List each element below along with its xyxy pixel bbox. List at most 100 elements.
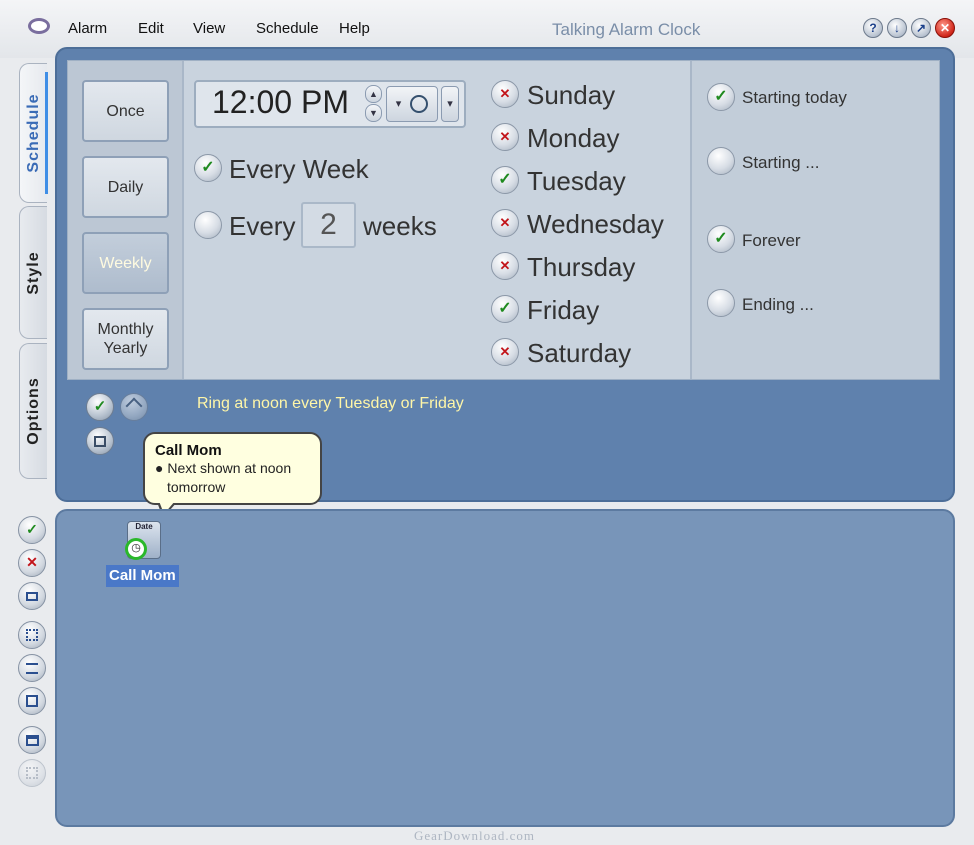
menu-view[interactable]: View (193, 20, 225, 37)
weeks-count-input[interactable]: 2 (301, 202, 356, 248)
view-large-icons-button[interactable] (18, 621, 46, 649)
divider (690, 61, 692, 379)
check-icon: ✓ (714, 230, 728, 247)
pick-icon (125, 397, 143, 415)
monitor-button[interactable] (18, 582, 46, 610)
tab-schedule[interactable]: Schedule (19, 63, 48, 203)
thursday-checkbox[interactable]: ✕ (491, 252, 519, 280)
time-value[interactable]: 12:00 PM (212, 84, 349, 121)
clock-badge-icon: ◷ (125, 538, 147, 560)
weeks-suffix-label: weeks (363, 211, 437, 241)
chevron-down-icon: ▾ (447, 98, 453, 110)
alarm-list-panel (55, 509, 955, 827)
minimize-button[interactable]: ↓ (887, 18, 907, 38)
check-icon: ✓ (26, 521, 38, 537)
every-n-weeks-radio[interactable] (194, 211, 222, 239)
friday-checkbox[interactable]: ✓ (491, 295, 519, 323)
window-title: Talking Alarm Clock (552, 20, 701, 39)
daily-label: Daily (107, 178, 144, 196)
every-prefix-label: Every (229, 211, 296, 241)
menu-edit[interactable]: Edit (138, 20, 164, 37)
alarm-item-label[interactable]: Call Mom (106, 565, 179, 587)
every-week-radio[interactable]: ✓ (194, 154, 222, 182)
chevron-down-icon: ▾ (395, 98, 402, 110)
chevron-down-icon: ▼ (369, 108, 378, 118)
divider (182, 61, 184, 379)
wednesday-checkbox[interactable]: ✕ (491, 209, 519, 237)
time-dropdown-button[interactable]: ▾ (441, 86, 459, 122)
view-month-button[interactable] (18, 726, 46, 754)
day-label: Tuesday (527, 166, 626, 196)
day-label: Wednesday (527, 209, 664, 239)
grid-icon (26, 767, 38, 780)
view-grid-button[interactable] (18, 759, 46, 787)
saturday-checkbox[interactable]: ✕ (491, 338, 519, 366)
check-icon: ✓ (498, 300, 512, 317)
monthly-label: Monthly (97, 321, 154, 338)
forever-radio[interactable]: ✓ (707, 225, 735, 253)
disable-alarm-button[interactable]: ✕ (18, 549, 46, 577)
confirm-button[interactable]: ✓ (86, 393, 114, 421)
daily-button[interactable]: Daily (82, 156, 169, 218)
time-preset-button[interactable]: ▾ (386, 86, 438, 122)
alarm-tooltip: Call Mom ● Next shown at noon tomorrow (143, 432, 322, 505)
starting-label: Starting ... (742, 153, 820, 172)
time-down-button[interactable]: ▼ (365, 104, 382, 122)
pick-button[interactable] (120, 393, 148, 421)
tooltip-title: Call Mom (155, 442, 222, 459)
tab-style[interactable]: Style (19, 206, 47, 339)
weekly-button[interactable]: Weekly (82, 232, 169, 294)
view-list-button[interactable] (18, 654, 46, 682)
starting-today-radio[interactable]: ✓ (707, 83, 735, 111)
day-label: Thursday (527, 252, 636, 282)
menu-help[interactable]: Help (339, 20, 370, 37)
chevron-up-icon: ▲ (369, 89, 378, 99)
calendar-button[interactable] (86, 427, 114, 455)
cross-icon: ✕ (499, 129, 511, 144)
view-calendar-button[interactable] (18, 687, 46, 715)
close-button[interactable]: ✕ (935, 18, 955, 38)
grid-icon (26, 629, 38, 642)
cross-icon: ✕ (499, 344, 511, 359)
time-up-button[interactable]: ▲ (365, 85, 382, 103)
check-icon: ✓ (714, 88, 728, 105)
every-week-label: Every Week (229, 154, 369, 184)
ending-label: Ending ... (742, 295, 814, 314)
day-label: Friday (527, 295, 600, 325)
menu-alarm[interactable]: Alarm (68, 20, 107, 37)
tab-options-label: Options (24, 377, 42, 445)
calendar-icon (26, 695, 38, 708)
range-column (692, 61, 939, 379)
monday-checkbox[interactable]: ✕ (491, 123, 519, 151)
day-label: Sunday (527, 80, 616, 110)
monitor-icon (26, 591, 38, 601)
yearly-label: Yearly (103, 340, 148, 357)
sunday-checkbox[interactable]: ✕ (491, 80, 519, 108)
starting-radio[interactable] (707, 147, 735, 175)
calendar-icon (94, 435, 106, 447)
check-icon: ✓ (498, 171, 512, 188)
restore-button[interactable]: ↗ (911, 18, 931, 38)
enable-alarm-button[interactable]: ✓ (18, 516, 46, 544)
list-icon (26, 662, 38, 674)
monthly-yearly-button[interactable]: Monthly Yearly (82, 308, 169, 370)
menu-schedule[interactable]: Schedule (256, 20, 319, 37)
cross-icon: ✕ (26, 554, 38, 570)
once-button[interactable]: Once (82, 80, 169, 142)
starting-today-label: Starting today (742, 88, 847, 107)
day-label: Monday (527, 123, 620, 153)
clock-icon (410, 95, 429, 114)
check-icon: ✓ (201, 159, 215, 176)
ending-radio[interactable] (707, 289, 735, 317)
tab-options[interactable]: Options (19, 343, 47, 479)
app-icon[interactable] (28, 18, 50, 34)
watermark: GearDownload.com (414, 828, 536, 843)
help-button[interactable]: ? (863, 18, 883, 38)
tuesday-checkbox[interactable]: ✓ (491, 166, 519, 194)
tab-style-label: Style (24, 250, 42, 295)
restore-icon: ↗ (915, 21, 927, 35)
forever-label: Forever (742, 231, 801, 250)
weekly-label: Weekly (99, 254, 152, 272)
once-label: Once (106, 102, 145, 120)
check-icon: ✓ (93, 398, 107, 415)
